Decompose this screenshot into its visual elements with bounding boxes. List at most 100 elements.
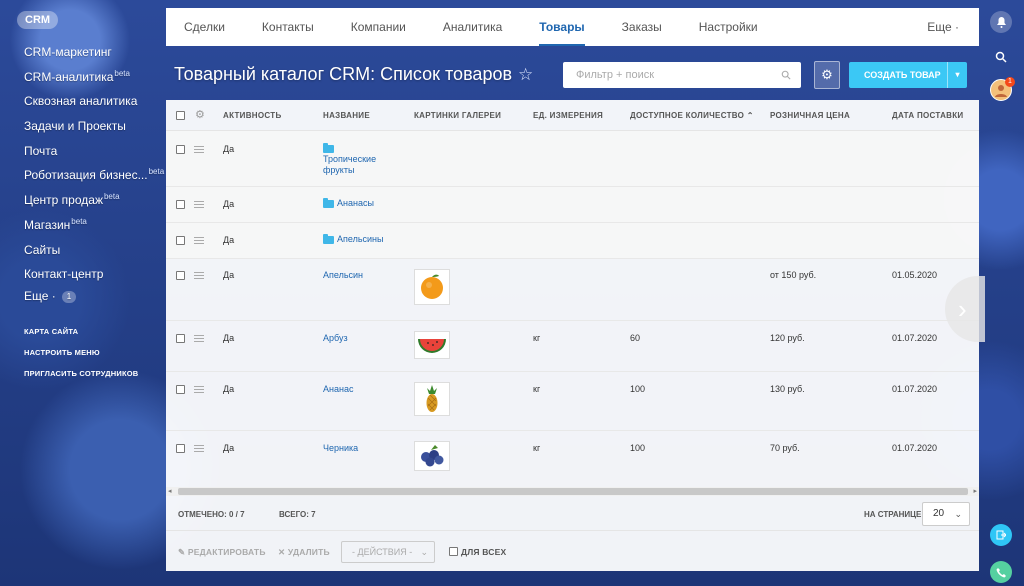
cell-name[interactable]: Тропические фрукты: [323, 142, 393, 176]
drag-handle-icon[interactable]: [194, 201, 204, 208]
sidebar-item-automation[interactable]: Роботизация бизнес...beta: [0, 160, 166, 185]
settings-button[interactable]: ⚙: [814, 61, 840, 89]
column-delivery-date[interactable]: ДАТА ПОСТАВКИ: [892, 100, 963, 131]
blueberry-icon[interactable]: [414, 441, 450, 471]
delete-button[interactable]: ✕ УДАЛИТЬ: [278, 532, 330, 572]
sidebar-item-shop[interactable]: Магазинbeta: [0, 210, 166, 235]
cell-name[interactable]: Арбуз: [323, 333, 348, 343]
grid-footer: ОТМЕЧЕНО: 0 / 7 ВСЕГО: 7 НА СТРАНИЦЕ: 20…: [166, 498, 979, 531]
drag-handle-icon[interactable]: [194, 272, 204, 279]
sidebar-item-more[interactable]: Еще · 1: [0, 284, 166, 309]
tab-orders[interactable]: Заказы: [622, 8, 662, 46]
edit-button[interactable]: ✎ РЕДАКТИРОВАТЬ: [178, 532, 266, 572]
select-all-checkbox[interactable]: [176, 111, 185, 120]
per-page-value: 20: [933, 508, 945, 519]
cell-activity: Да: [223, 333, 235, 343]
gear-icon[interactable]: ⚙: [195, 108, 205, 121]
table-row[interactable]: Да Арбуз кг 60 120 руб. 01.07.2020: [166, 321, 979, 372]
row-checkbox[interactable]: [176, 236, 185, 245]
column-gallery[interactable]: КАРТИНКИ ГАЛЕРЕИ: [414, 100, 501, 131]
for-all-label: ДЛЯ ВСЕХ: [461, 547, 507, 557]
column-activity[interactable]: АКТИВНОСТЬ: [223, 100, 282, 131]
search-icon[interactable]: [781, 62, 791, 88]
sidebar-link-invite-employees[interactable]: ПРИГЛАСИТЬ СОТРУДНИКОВ: [0, 363, 166, 384]
scroll-left-icon[interactable]: ◂: [168, 487, 172, 496]
sidebar-item-sites[interactable]: Сайты: [0, 235, 166, 260]
column-quantity[interactable]: ДОСТУПНОЕ КОЛИЧЕСТВО ⌃: [630, 100, 754, 131]
cell-price: от 150 руб.: [770, 270, 817, 280]
drag-handle-icon[interactable]: [194, 146, 204, 153]
tab-more[interactable]: Еще ·: [927, 8, 959, 46]
folder-icon: [323, 142, 334, 153]
cell-name[interactable]: Апельсин: [323, 270, 363, 280]
cell-name[interactable]: Ананасы: [323, 197, 374, 208]
row-checkbox[interactable]: [176, 334, 185, 343]
sidebar-item-end-to-end-analytics[interactable]: Сквозная аналитика: [0, 86, 166, 111]
sidebar-item-mail[interactable]: Почта: [0, 136, 166, 161]
avatar[interactable]: 1: [990, 77, 1015, 101]
chevron-down-icon: ⌄: [954, 509, 962, 519]
bell-icon[interactable]: [990, 11, 1012, 33]
row-checkbox[interactable]: [176, 271, 185, 280]
watermelon-icon[interactable]: [414, 331, 450, 359]
cell-name[interactable]: Черника: [323, 443, 358, 453]
table-row[interactable]: Да Апельсин от 150 руб. 01.05.2020: [166, 259, 979, 321]
filter-search-input[interactable]: Фильтр + поиск: [563, 62, 801, 88]
sidebar-link-sitemap[interactable]: КАРТА САЙТА: [0, 321, 166, 342]
phone-icon[interactable]: [990, 561, 1012, 583]
sidebar-item-label: Центр продаж: [24, 193, 103, 208]
sidebar-item-crm-analytics[interactable]: CRM-аналитикаbeta: [0, 62, 166, 87]
cell-name[interactable]: Апельсины: [323, 233, 384, 244]
scroll-right-icon[interactable]: ▸: [973, 487, 977, 496]
cell-activity: Да: [223, 199, 235, 209]
tab-analytics[interactable]: Аналитика: [443, 8, 502, 46]
cell-delivery-date: 01.07.2020: [892, 384, 938, 394]
orange-icon[interactable]: [414, 269, 450, 305]
tab-contacts[interactable]: Контакты: [262, 8, 314, 46]
pineapple-icon[interactable]: [414, 382, 450, 416]
sidebar-link-configure-menu[interactable]: НАСТРОИТЬ МЕНЮ: [0, 342, 166, 363]
tab-products[interactable]: Товары: [539, 8, 586, 46]
tab-settings[interactable]: Настройки: [699, 8, 758, 46]
per-page-select[interactable]: 20 ⌄: [922, 502, 970, 526]
drag-handle-icon[interactable]: [194, 335, 204, 342]
row-checkbox[interactable]: [176, 200, 185, 209]
scrollbar-thumb[interactable]: [178, 488, 968, 495]
exit-icon[interactable]: [990, 524, 1012, 546]
row-checkbox[interactable]: [176, 145, 185, 154]
per-page-label: НА СТРАНИЦЕ:: [864, 510, 925, 519]
table-row[interactable]: Да Апельсины: [166, 223, 979, 259]
cell-activity: Да: [223, 270, 235, 280]
drag-handle-icon[interactable]: [194, 386, 204, 393]
group-actions: ✎ РЕДАКТИРОВАТЬ ✕ УДАЛИТЬ - ДЕЙСТВИЯ - ⌄…: [166, 532, 979, 571]
tab-deals[interactable]: Сделки: [184, 8, 225, 46]
column-unit[interactable]: ЕД. ИЗМЕРЕНИЯ: [533, 100, 603, 131]
table-row[interactable]: Да Тропические фрукты: [166, 131, 979, 187]
crm-pill[interactable]: CRM: [17, 11, 59, 29]
horizontal-scrollbar[interactable]: ◂ ▸: [166, 487, 979, 496]
cell-name[interactable]: Ананас: [323, 384, 353, 394]
for-all-checkbox[interactable]: [449, 547, 458, 556]
sidebar-item-crm-marketing[interactable]: CRM-маркетинг: [0, 37, 166, 62]
chevron-down-icon[interactable]: ▾: [947, 62, 967, 88]
sidebar-item-tasks[interactable]: Задачи и Проекты: [0, 111, 166, 136]
sort-asc-icon: ⌃: [746, 111, 754, 120]
column-price[interactable]: РОЗНИЧНАЯ ЦЕНА: [770, 100, 850, 131]
table-row[interactable]: Да Ананасы: [166, 187, 979, 223]
more-count-badge: 1: [61, 290, 77, 303]
star-icon[interactable]: ☆: [518, 65, 533, 85]
sidebar-item-sales-center[interactable]: Центр продажbeta: [0, 185, 166, 210]
products-grid: ⚙ АКТИВНОСТЬ НАЗВАНИЕ КАРТИНКИ ГАЛЕРЕИ Е…: [166, 100, 979, 571]
actions-select[interactable]: - ДЕЙСТВИЯ - ⌄: [341, 541, 435, 563]
drag-handle-icon[interactable]: [194, 237, 204, 244]
table-row[interactable]: Да Черника кг 100 70 руб. 01.07.2020: [166, 431, 979, 487]
row-checkbox[interactable]: [176, 444, 185, 453]
tab-companies[interactable]: Компании: [351, 8, 406, 46]
table-row[interactable]: Да Ананас кг 100 130 руб. 01.07.2020: [166, 372, 979, 431]
create-product-button[interactable]: СОЗДАТЬ ТОВАР ▾: [849, 62, 967, 88]
sidebar-item-contact-center[interactable]: Контакт-центр: [0, 259, 166, 284]
column-name[interactable]: НАЗВАНИЕ: [323, 100, 370, 131]
search-icon[interactable]: [990, 46, 1012, 68]
drag-handle-icon[interactable]: [194, 445, 204, 452]
row-checkbox[interactable]: [176, 385, 185, 394]
